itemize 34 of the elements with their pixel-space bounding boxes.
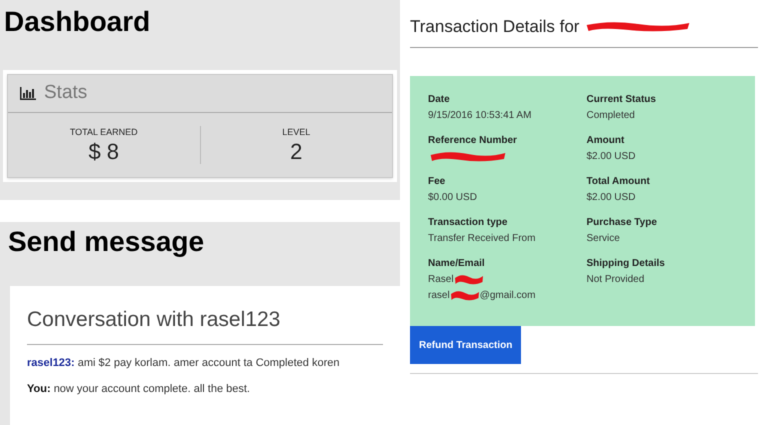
value-text: $2.00 USD [586,191,636,205]
field-label: Shipping Details [586,257,666,271]
value-text: Transfer Received From [428,232,536,246]
value-text: @gmail.com [480,289,536,303]
field-label: Date [428,93,451,107]
value-text: $0.00 USD [428,191,477,205]
dashboard-heading: Dashboard [3,5,152,39]
value-text: 9/15/2016 10:53:41 AM [428,109,532,123]
value-text: Rasel [428,273,454,287]
chat-message: You: now your account complete. all the best. [27,382,251,397]
field-label: Name/Email [428,257,486,271]
field-label: Purchase Type [586,216,658,230]
stat-label: LEVEL [282,126,310,140]
stat-label: TOTAL EARNED [70,126,138,140]
value-text: $2.00 USD [586,150,636,164]
stat-value: 2 [290,140,302,164]
bar-chart-icon [20,87,36,100]
field-label: Transaction type [428,216,508,230]
chat-message: rasel123: ami $2 pay korlam. amer account ta Completed koren [27,356,340,370]
stats-title: Stats [44,81,88,106]
value-text: Service [586,232,620,246]
field-label: Amount [586,134,626,148]
value-text: Transaction Details for [410,16,580,38]
send-message-heading: Send message [7,225,206,259]
value-text: Not Provided [586,273,644,287]
conversation-title: Conversation with rasel123 [27,304,383,344]
stat-value: $ 8 [88,140,120,164]
field-label: Total Amount [586,175,651,189]
value-text: Completed [586,109,635,123]
field-label: Fee [428,175,446,189]
field-label: Reference Number [428,134,518,148]
field-label: Current Status [586,93,657,107]
refund-transaction-button[interactable]: Refund Transaction [410,326,522,364]
value-text: rasel [428,289,450,303]
